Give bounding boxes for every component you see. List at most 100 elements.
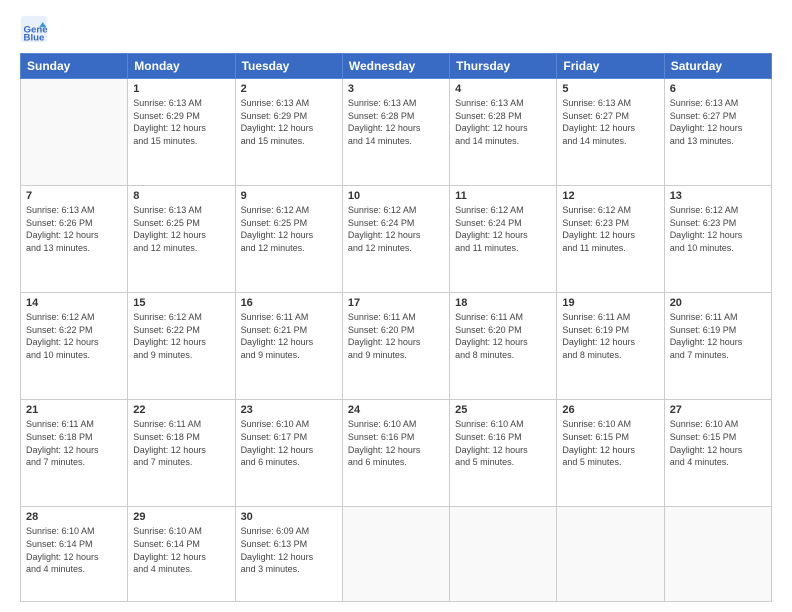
svg-text:Blue: Blue [24,32,45,43]
day-info: Sunrise: 6:11 AM Sunset: 6:18 PM Dayligh… [133,418,229,468]
calendar-cell [21,79,128,186]
day-number: 18 [455,297,551,309]
weekday-header: Tuesday [235,54,342,79]
calendar-cell: 11Sunrise: 6:12 AM Sunset: 6:24 PM Dayli… [450,186,557,293]
day-info: Sunrise: 6:13 AM Sunset: 6:28 PM Dayligh… [455,97,551,147]
calendar-cell [557,507,664,602]
day-number: 27 [670,404,766,416]
day-number: 14 [26,297,122,309]
day-info: Sunrise: 6:12 AM Sunset: 6:23 PM Dayligh… [562,204,658,254]
day-info: Sunrise: 6:13 AM Sunset: 6:25 PM Dayligh… [133,204,229,254]
day-info: Sunrise: 6:13 AM Sunset: 6:29 PM Dayligh… [133,97,229,147]
calendar-cell: 10 Sunrise: 6:12 AM Sunset: 6:24 PM Dayli… [342,186,449,293]
day-number: 10 [348,190,444,202]
calendar-cell: 28 Sunrise: 6:10 AM Sunset: 6:14 PM Dayli… [21,507,128,602]
day-number: 6 [670,83,766,95]
calendar-cell: 25 Sunrise: 6:10 AM Sunset: 6:16 PM Dayli… [450,400,557,507]
calendar-cell [450,507,557,602]
calendar-cell: 15Sunrise: 6:12 AM Sunset: 6:22 PM Dayli… [128,293,235,400]
day-number: 12 [562,190,658,202]
day-number: 21 [26,404,122,416]
calendar-cell: 24 Sunrise: 6:10 AM Sunset: 6:16 PM Dayli… [342,400,449,507]
calendar-cell: 13 Sunrise: 6:12 AM Sunset: 6:23 PM Dayli… [664,186,771,293]
day-info: Sunrise: 6:11 AM Sunset: 6:20 PM Dayligh… [348,311,444,361]
weekday-header: Wednesday [342,54,449,79]
day-number: 29 [133,511,229,523]
day-info: Sunrise: 6:12 AM Sunset: 6:22 PM Dayligh… [26,311,122,361]
calendar-cell: 14 Sunrise: 6:12 AM Sunset: 6:22 PM Dayli… [21,293,128,400]
day-info: Sunrise: 6:10 AM Sunset: 6:17 PM Dayligh… [241,418,337,468]
day-number: 1 [133,83,229,95]
calendar-cell: 26 Sunrise: 6:10 AM Sunset: 6:15 PM Dayli… [557,400,664,507]
calendar-cell: 9Sunrise: 6:12 AM Sunset: 6:25 PM Daylig… [235,186,342,293]
day-info: Sunrise: 6:13 AM Sunset: 6:29 PM Dayligh… [241,97,337,147]
calendar-cell: 4 Sunrise: 6:13 AM Sunset: 6:28 PM Daylig… [450,79,557,186]
day-number: 17 [348,297,444,309]
day-number: 5 [562,83,658,95]
calendar-week-row: 7 Sunrise: 6:13 AM Sunset: 6:26 PM Daylig… [21,186,772,293]
day-number: 8 [133,190,229,202]
calendar-cell [664,507,771,602]
weekday-header: Thursday [450,54,557,79]
calendar-cell: 8 Sunrise: 6:13 AM Sunset: 6:25 PM Daylig… [128,186,235,293]
day-info: Sunrise: 6:13 AM Sunset: 6:26 PM Dayligh… [26,204,122,254]
day-info: Sunrise: 6:11 AM Sunset: 6:20 PM Dayligh… [455,311,551,361]
calendar-cell: 1 Sunrise: 6:13 AM Sunset: 6:29 PM Daylig… [128,79,235,186]
page: General Blue SundayMondayTuesdayWednesda… [0,0,792,612]
day-number: 24 [348,404,444,416]
calendar-cell [342,507,449,602]
calendar-cell: 7 Sunrise: 6:13 AM Sunset: 6:26 PM Daylig… [21,186,128,293]
day-info: Sunrise: 6:10 AM Sunset: 6:14 PM Dayligh… [26,525,122,575]
day-number: 19 [562,297,658,309]
day-info: Sunrise: 6:09 AM Sunset: 6:13 PM Dayligh… [241,525,337,575]
calendar-cell: 5 Sunrise: 6:13 AM Sunset: 6:27 PM Daylig… [557,79,664,186]
calendar-week-row: 1 Sunrise: 6:13 AM Sunset: 6:29 PM Daylig… [21,79,772,186]
day-info: Sunrise: 6:10 AM Sunset: 6:16 PM Dayligh… [348,418,444,468]
day-number: 23 [241,404,337,416]
calendar-cell: 22 Sunrise: 6:11 AM Sunset: 6:18 PM Dayli… [128,400,235,507]
day-number: 16 [241,297,337,309]
calendar-cell: 6 Sunrise: 6:13 AM Sunset: 6:27 PM Daylig… [664,79,771,186]
day-info: Sunrise: 6:10 AM Sunset: 6:15 PM Dayligh… [562,418,658,468]
day-info: Sunrise: 6:13 AM Sunset: 6:27 PM Dayligh… [562,97,658,147]
day-number: 13 [670,190,766,202]
day-info: Sunrise: 6:12 AM Sunset: 6:24 PM Dayligh… [348,204,444,254]
day-info: Sunrise: 6:13 AM Sunset: 6:28 PM Dayligh… [348,97,444,147]
calendar-week-row: 21 Sunrise: 6:11 AM Sunset: 6:18 PM Dayli… [21,400,772,507]
day-info: Sunrise: 6:13 AM Sunset: 6:27 PM Dayligh… [670,97,766,147]
day-info: Sunrise: 6:11 AM Sunset: 6:21 PM Dayligh… [241,311,337,361]
day-info: Sunrise: 6:10 AM Sunset: 6:15 PM Dayligh… [670,418,766,468]
day-number: 30 [241,511,337,523]
weekday-header: Monday [128,54,235,79]
weekday-header: Saturday [664,54,771,79]
calendar-cell: 18 Sunrise: 6:11 AM Sunset: 6:20 PM Dayli… [450,293,557,400]
day-number: 28 [26,511,122,523]
day-info: Sunrise: 6:11 AM Sunset: 6:18 PM Dayligh… [26,418,122,468]
day-number: 7 [26,190,122,202]
day-info: Sunrise: 6:10 AM Sunset: 6:16 PM Dayligh… [455,418,551,468]
calendar-cell: 12 Sunrise: 6:12 AM Sunset: 6:23 PM Dayli… [557,186,664,293]
calendar-cell: 30 Sunrise: 6:09 AM Sunset: 6:13 PM Dayli… [235,507,342,602]
calendar-cell: 21 Sunrise: 6:11 AM Sunset: 6:18 PM Dayli… [21,400,128,507]
calendar-cell: 20 Sunrise: 6:11 AM Sunset: 6:19 PM Dayli… [664,293,771,400]
day-info: Sunrise: 6:12 AM Sunset: 6:25 PM Dayligh… [241,204,337,254]
day-number: 4 [455,83,551,95]
calendar-week-row: 28 Sunrise: 6:10 AM Sunset: 6:14 PM Dayli… [21,507,772,602]
day-number: 22 [133,404,229,416]
day-number: 26 [562,404,658,416]
day-info: Sunrise: 6:12 AM Sunset: 6:22 PM Dayligh… [133,311,229,361]
day-number: 20 [670,297,766,309]
day-number: 25 [455,404,551,416]
day-number: 11 [455,190,551,202]
calendar-week-row: 14 Sunrise: 6:12 AM Sunset: 6:22 PM Dayli… [21,293,772,400]
day-info: Sunrise: 6:11 AM Sunset: 6:19 PM Dayligh… [670,311,766,361]
calendar-header-row: SundayMondayTuesdayWednesdayThursdayFrid… [21,54,772,79]
day-number: 3 [348,83,444,95]
weekday-header: Friday [557,54,664,79]
day-number: 2 [241,83,337,95]
logo: General Blue [20,15,52,43]
day-info: Sunrise: 6:12 AM Sunset: 6:23 PM Dayligh… [670,204,766,254]
weekday-header: Sunday [21,54,128,79]
calendar-table: SundayMondayTuesdayWednesdayThursdayFrid… [20,53,772,602]
calendar-cell: 17 Sunrise: 6:11 AM Sunset: 6:20 PM Dayli… [342,293,449,400]
